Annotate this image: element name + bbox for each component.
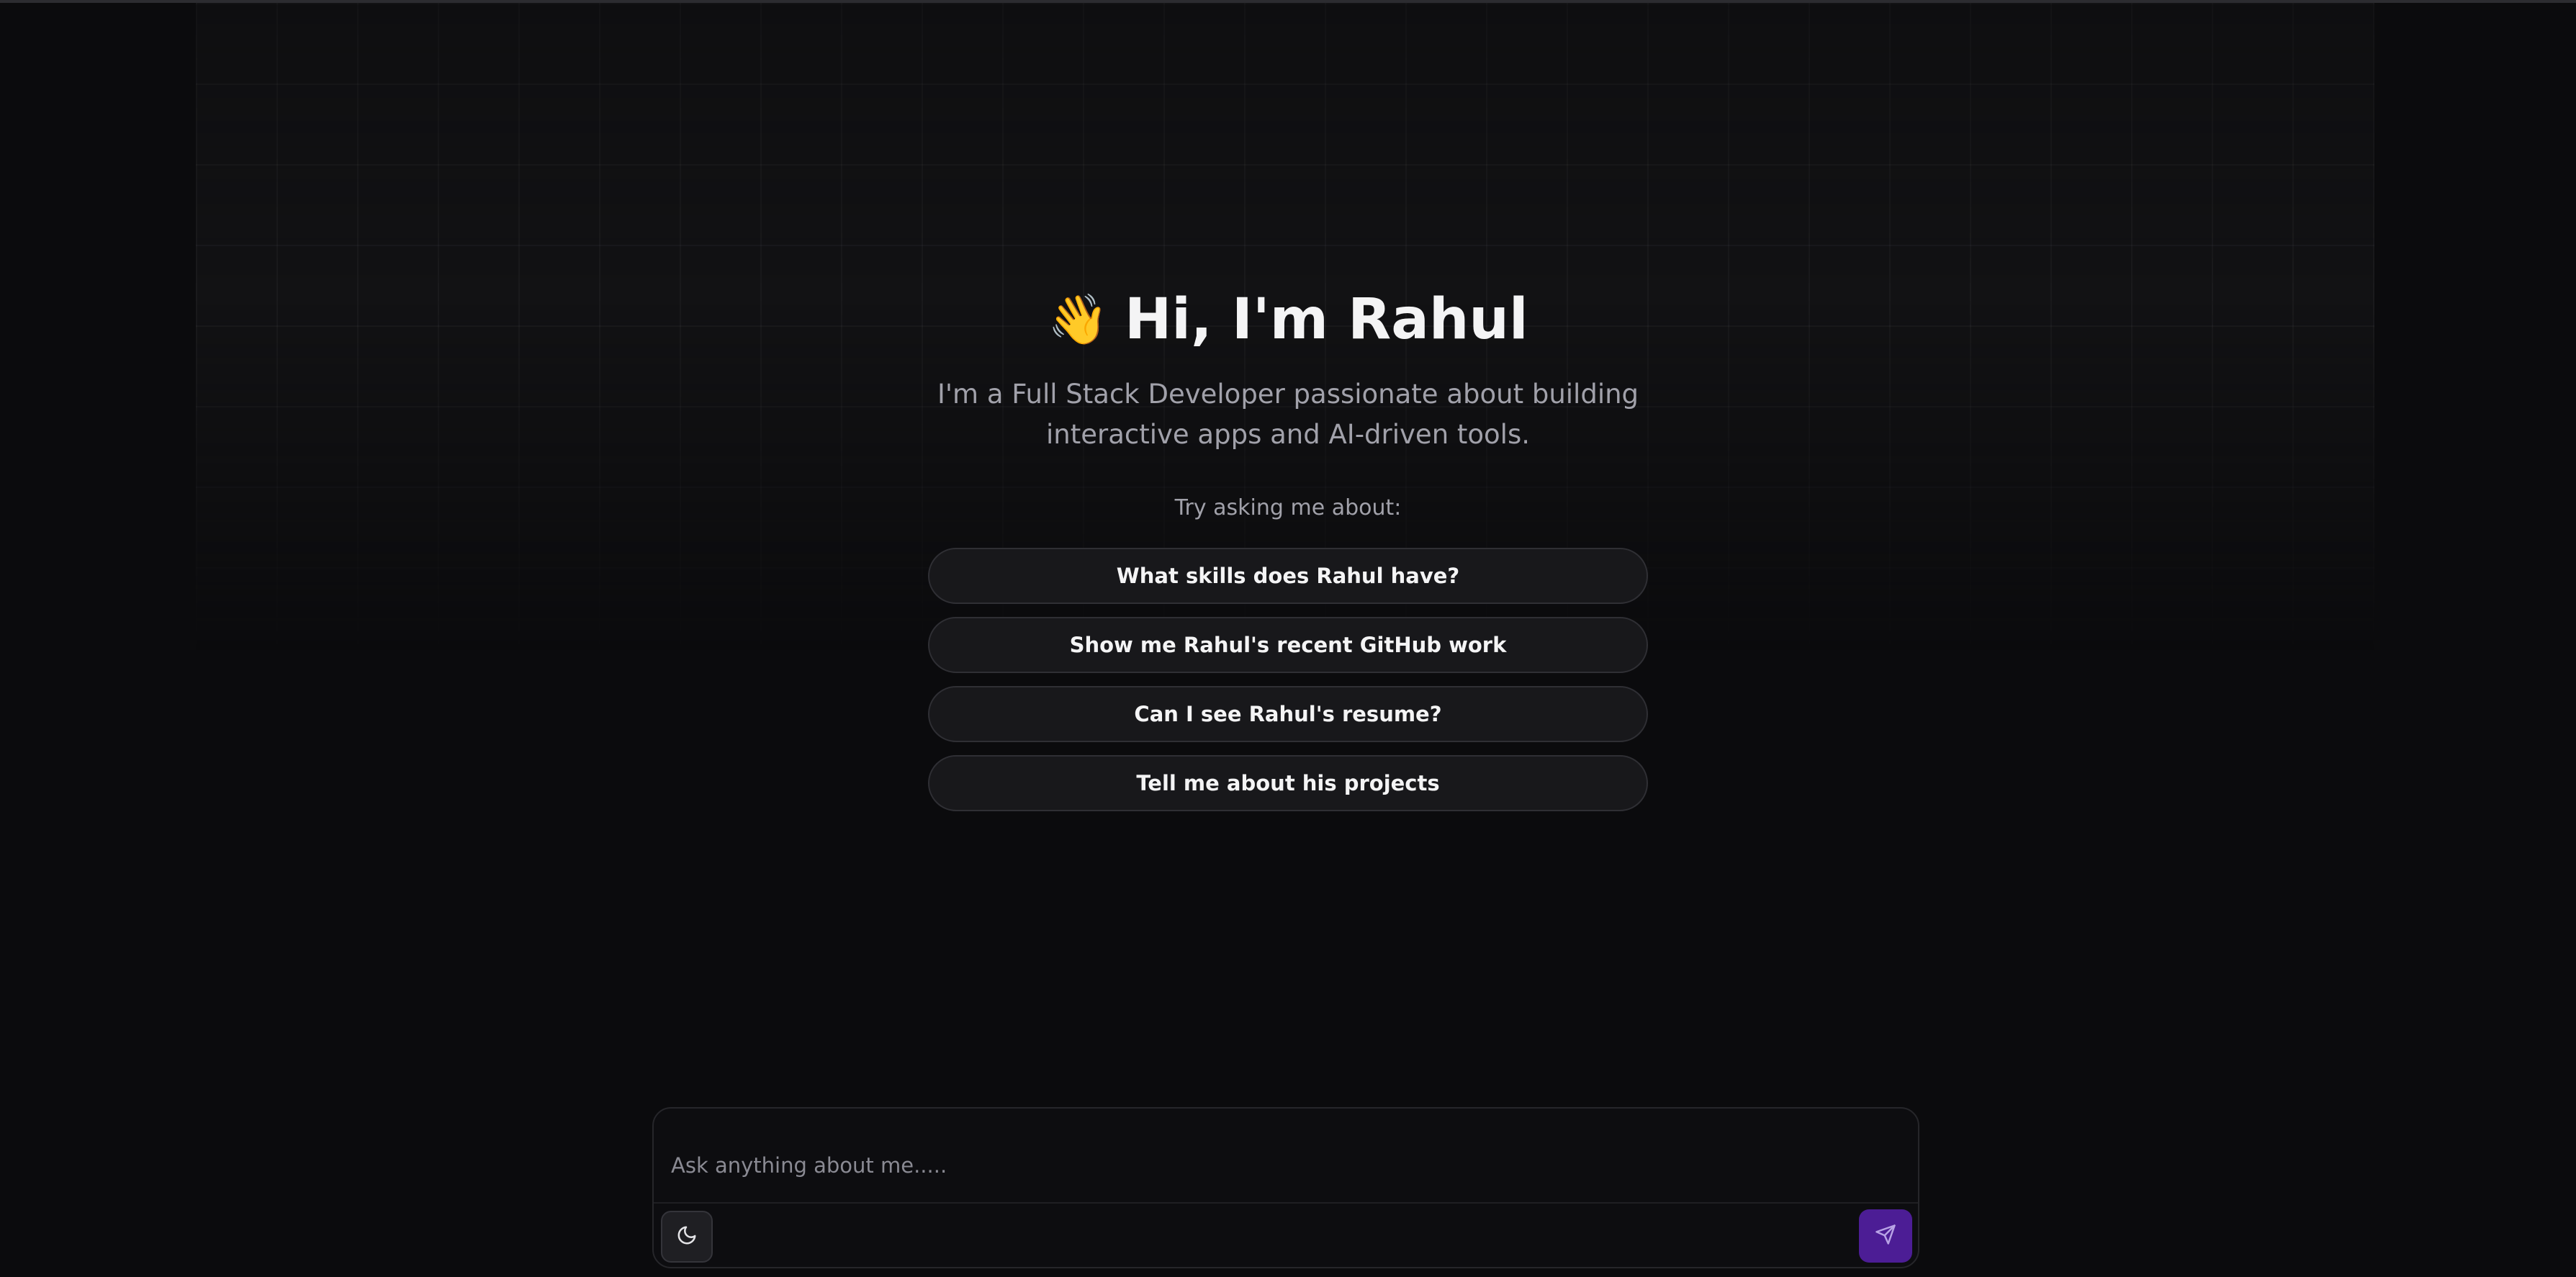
- chat-composer: [652, 1107, 1919, 1268]
- suggestion-skills-button[interactable]: What skills does Rahul have?: [928, 548, 1648, 604]
- suggestion-projects-button[interactable]: Tell me about his projects: [928, 755, 1648, 811]
- moon-icon: [676, 1224, 698, 1250]
- chat-input[interactable]: [654, 1109, 1918, 1202]
- suggestion-resume-button[interactable]: Can I see Rahul's resume?: [928, 686, 1648, 742]
- page-title: Hi, I'm Rahul: [1125, 287, 1528, 352]
- send-icon: [1875, 1224, 1896, 1249]
- suggestions-label: Try asking me about:: [1174, 495, 1402, 520]
- send-button[interactable]: [1859, 1209, 1912, 1263]
- suggestion-list: What skills does Rahul have? Show me Rah…: [928, 548, 1648, 811]
- waving-hand-icon: 👋: [1048, 292, 1109, 347]
- greeting-heading: 👋 Hi, I'm Rahul: [1048, 286, 1528, 353]
- hero-section: 👋 Hi, I'm Rahul I'm a Full Stack Develop…: [0, 0, 2576, 811]
- suggestion-github-button[interactable]: Show me Rahul's recent GitHub work: [928, 617, 1648, 673]
- theme-toggle-button[interactable]: [661, 1211, 713, 1263]
- composer-divider: [654, 1202, 1918, 1204]
- page: 👋 Hi, I'm Rahul I'm a Full Stack Develop…: [0, 0, 2576, 1277]
- intro-subtitle: I'm a Full Stack Developer passionate ab…: [937, 379, 1639, 450]
